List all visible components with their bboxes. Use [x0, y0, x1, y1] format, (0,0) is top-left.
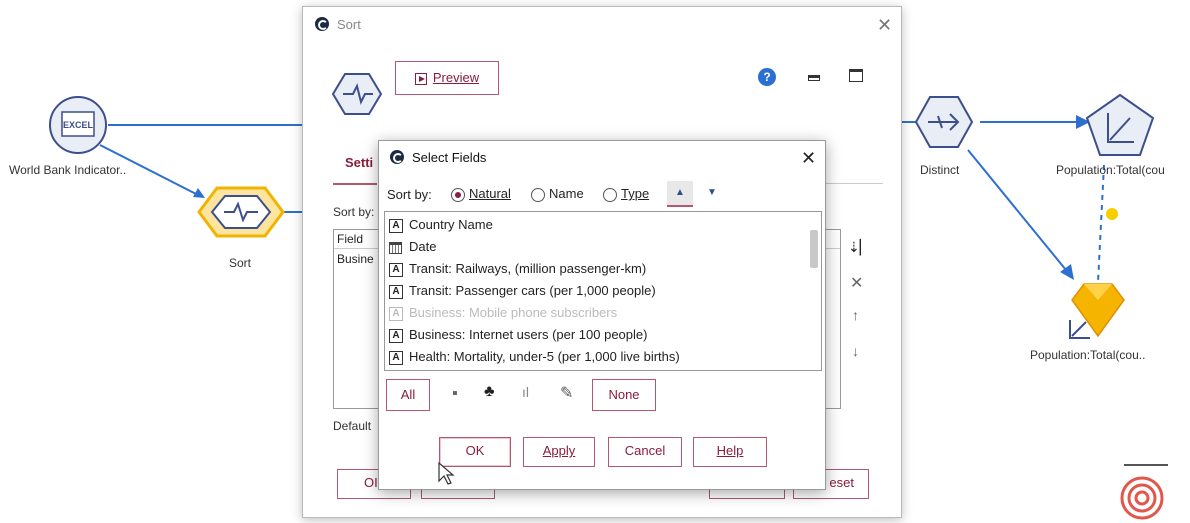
- table-header: Field: [337, 232, 364, 246]
- field-list[interactable]: A Country Name Date A Transit: Railways, (…: [384, 211, 822, 371]
- close-icon[interactable]: ✕: [877, 16, 892, 34]
- distinct-node[interactable]: [914, 96, 974, 148]
- sort-ok-label: OI: [364, 475, 378, 490]
- model-axis-icon: [1069, 320, 1090, 339]
- select-none-button[interactable]: None: [592, 379, 656, 411]
- plot-node[interactable]: [1085, 93, 1155, 156]
- move-to-bottom-icon[interactable]: ⇣▏: [848, 239, 871, 256]
- list-item[interactable]: A Business: Internet users (per 100 peopl…: [389, 324, 647, 346]
- field-name: Health: Mortality, under-5 (per 1,000 li…: [409, 349, 680, 364]
- filter-row: All ▪ ♣ ıl ✎ None: [384, 377, 822, 411]
- app-logo-icon: [390, 150, 404, 164]
- delete-icon[interactable]: ✕: [850, 273, 863, 293]
- plot-node-label: Population:Total(cou: [1056, 163, 1165, 177]
- minimize-icon[interactable]: [808, 75, 820, 81]
- tab-strip-rule: [823, 183, 883, 184]
- field-name: Transit: Railways, (million passenger-km…: [409, 261, 647, 276]
- radio-natural[interactable]: [451, 187, 465, 202]
- select-fields-dialog: Select Fields ✕ Sort by: Natural Name Ty…: [378, 140, 826, 490]
- link-midpoint-dot: [1106, 208, 1118, 220]
- field-name: Business: Mobile phone subscribers: [409, 305, 618, 320]
- preview-button[interactable]: Preview: [395, 61, 499, 95]
- sort-type-radio[interactable]: Type: [603, 186, 649, 202]
- date-type-icon: [389, 241, 402, 254]
- select-fields-title: Select Fields: [412, 150, 487, 165]
- typeless-filter-icon[interactable]: ✎: [560, 383, 573, 403]
- list-item[interactable]: A Country Name: [389, 214, 493, 236]
- sort-dialog-title: Sort: [337, 17, 361, 32]
- help-button[interactable]: Help: [693, 437, 767, 467]
- apply-button[interactable]: Apply: [523, 437, 595, 467]
- field-name: Transit: Passenger cars (per 1,000 peopl…: [409, 283, 656, 298]
- string-type-icon: A: [389, 350, 403, 365]
- sort-node-icon: [331, 73, 383, 115]
- default-label: Default: [333, 419, 372, 433]
- sort-dialog-titlebar[interactable]: Sort ✕: [303, 7, 901, 41]
- model-node-label: Population:Total(cou..: [1030, 348, 1146, 362]
- sort-ascending-icon[interactable]: ▲: [667, 181, 693, 207]
- sort-name-label: Name: [549, 186, 584, 201]
- maximize-icon[interactable]: [849, 69, 863, 82]
- help-icon[interactable]: ?: [758, 68, 776, 86]
- close-icon[interactable]: ✕: [801, 149, 816, 167]
- continuous-filter-icon[interactable]: ıl: [522, 384, 529, 400]
- preview-label: Preview: [432, 70, 480, 85]
- world-bank-node[interactable]: EXCEL: [49, 96, 107, 154]
- link-distinct-to-model: [967, 149, 1067, 271]
- measure-filter-icon[interactable]: ▪: [452, 385, 458, 403]
- radio-name[interactable]: [531, 187, 545, 202]
- radio-type[interactable]: [603, 187, 617, 202]
- sort-natural-label: Natural: [469, 186, 511, 201]
- move-down-icon[interactable]: ↓: [852, 343, 859, 359]
- tab-underline: [333, 183, 377, 185]
- string-type-icon: A: [389, 262, 403, 277]
- app-logo-icon: [315, 17, 329, 31]
- list-item[interactable]: A Transit: Railways, (million passenger-k…: [389, 258, 646, 280]
- sort-by-label: Sort by:: [387, 187, 432, 202]
- brand-logo: [1120, 476, 1164, 520]
- excel-icon: EXCEL: [63, 120, 94, 130]
- list-item[interactable]: Date: [389, 236, 436, 258]
- sort-node[interactable]: [197, 186, 285, 238]
- world-bank-node-label: World Bank Indicator..: [9, 163, 127, 177]
- string-type-icon: A: [389, 328, 403, 343]
- string-type-icon: A: [389, 306, 403, 321]
- model-nugget-node[interactable]: [1069, 283, 1125, 339]
- sort-name-radio[interactable]: Name: [531, 186, 584, 202]
- select-all-button[interactable]: All: [386, 379, 430, 411]
- list-item[interactable]: A Health: Mortality, under-5 (per 1,000 l…: [389, 346, 680, 368]
- nominal-filter-icon[interactable]: ♣: [484, 383, 495, 401]
- help-label: Help: [716, 443, 744, 458]
- sort-node-label: Sort: [229, 256, 252, 270]
- tab-settings[interactable]: Setti: [345, 155, 373, 170]
- apply-label: Apply: [542, 443, 576, 458]
- play-icon: [414, 72, 427, 85]
- list-item[interactable]: A Transit: Passenger cars (per 1,000 peop…: [389, 280, 656, 302]
- link-plot-model-dashed: [1097, 164, 1105, 283]
- cancel-button[interactable]: Cancel: [608, 437, 682, 467]
- select-fields-titlebar[interactable]: Select Fields ✕: [379, 141, 825, 175]
- string-type-icon: A: [389, 218, 403, 233]
- sort-by-label: Sort by:: [333, 205, 375, 219]
- field-name: Date: [409, 239, 437, 254]
- table-row[interactable]: Busine: [337, 252, 374, 266]
- move-up-icon[interactable]: ↑: [852, 307, 859, 323]
- list-scrollbar[interactable]: [810, 230, 818, 268]
- field-name: Country Name: [409, 217, 493, 232]
- mouse-cursor-icon: [438, 461, 455, 485]
- sort-descending-icon[interactable]: ▼: [699, 181, 725, 207]
- string-type-icon: A: [389, 284, 403, 299]
- sort-type-label: Type: [621, 186, 650, 201]
- sort-reset-label: eset: [829, 475, 854, 490]
- field-name: Business: Internet users (per 100 people…: [409, 327, 648, 342]
- sort-natural-radio[interactable]: Natural: [451, 186, 511, 202]
- distinct-node-label: Distinct: [920, 163, 960, 177]
- list-item: A Business: Mobile phone subscribers: [389, 302, 617, 324]
